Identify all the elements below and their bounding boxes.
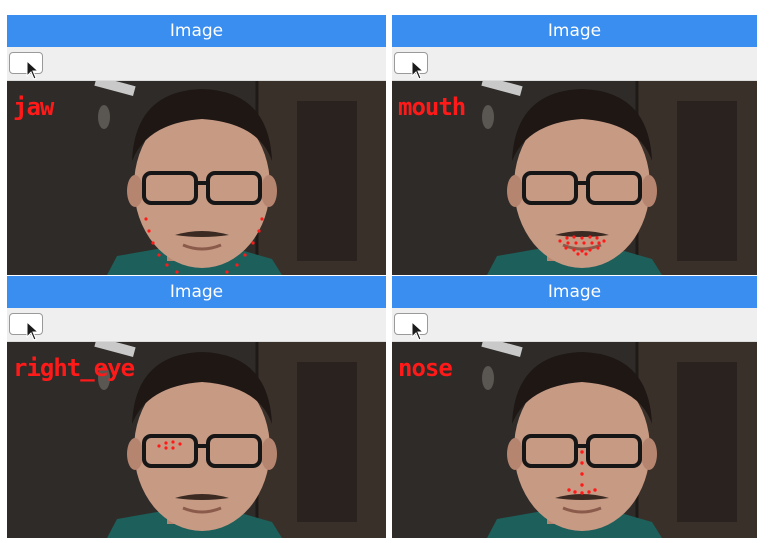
webcam-image: mouth: [392, 81, 757, 275]
image-window-jaw: Image jaw: [7, 15, 386, 275]
image-window-mouth: Image mouth: [392, 15, 757, 275]
window-title: Image: [392, 276, 757, 308]
window-title: Image: [7, 15, 386, 47]
feature-label: jaw: [13, 93, 54, 121]
webcam-image: jaw: [7, 81, 386, 275]
window-toolbar: [392, 308, 757, 342]
mouse-cursor-icon: [411, 60, 425, 80]
mouse-cursor-icon: [26, 321, 40, 341]
window-title: Image: [7, 276, 386, 308]
image-window-nose: Image nose: [392, 276, 757, 538]
face-photo: [7, 81, 386, 275]
window-toolbar: [7, 308, 386, 342]
webcam-image: right_eye: [7, 342, 386, 538]
feature-label: mouth: [398, 93, 466, 121]
mouse-cursor-icon: [26, 60, 40, 80]
window-title: Image: [392, 15, 757, 47]
feature-label: right_eye: [13, 354, 135, 382]
image-window-right-eye: Image right_eye: [7, 276, 386, 538]
mouse-cursor-icon: [411, 321, 425, 341]
webcam-image: nose: [392, 342, 757, 538]
window-toolbar: [392, 47, 757, 81]
feature-label: nose: [398, 354, 453, 382]
window-toolbar: [7, 47, 386, 81]
